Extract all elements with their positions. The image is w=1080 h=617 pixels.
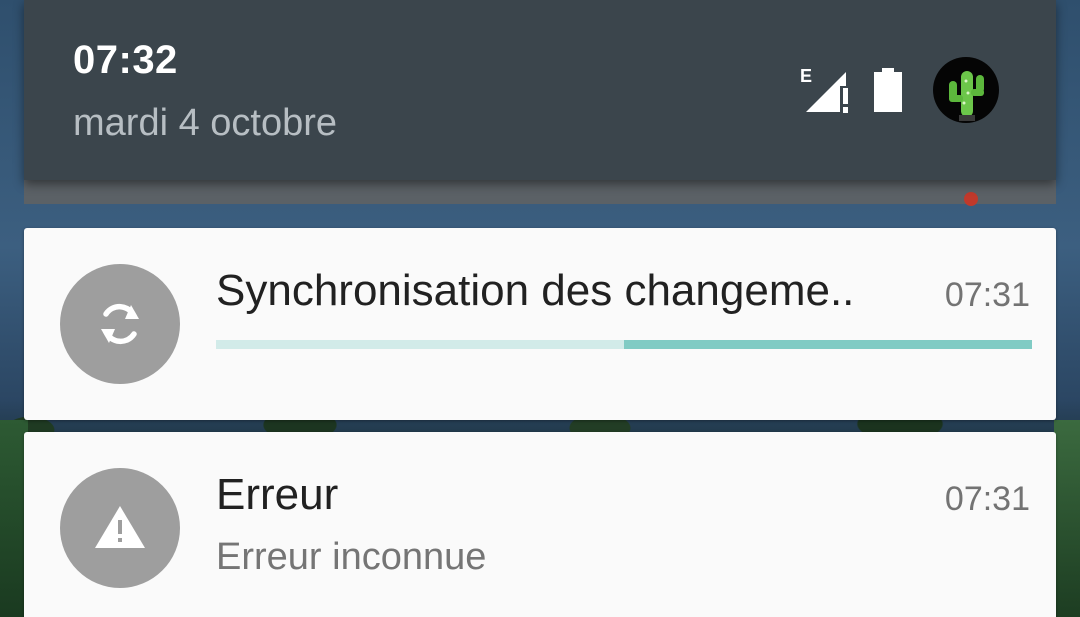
sync-icon-circle xyxy=(60,264,180,384)
clock: 07:32 xyxy=(73,38,178,82)
sync-icon xyxy=(101,303,139,345)
notification-error[interactable]: Erreur 07:31 Erreur inconnue xyxy=(24,432,1056,617)
user-avatar[interactable] xyxy=(933,57,999,123)
warning-icon xyxy=(95,506,145,548)
battery-full-icon xyxy=(874,68,902,112)
google-logo xyxy=(104,186,304,234)
signal-edge-alert-icon: E xyxy=(800,66,852,114)
notification-shade-header[interactable]: 07:32 mardi 4 octobre E xyxy=(24,0,1056,180)
warning-icon-circle xyxy=(60,468,180,588)
notification-title: Erreur xyxy=(216,470,339,519)
notification-time: 07:31 xyxy=(944,276,1030,314)
network-type-label: E xyxy=(800,66,812,86)
notification-sync[interactable]: Synchronisation des changeme.. 07:31 xyxy=(24,228,1056,420)
cactus-avatar-icon xyxy=(949,71,984,121)
sync-progress-fill xyxy=(624,340,1032,349)
notification-time: 07:31 xyxy=(944,480,1030,518)
notification-text: Erreur inconnue xyxy=(216,536,487,578)
date[interactable]: mardi 4 octobre xyxy=(73,102,337,145)
mic-icon[interactable] xyxy=(964,192,978,206)
sync-progress-bar xyxy=(216,340,1032,349)
wallpaper-right-palm xyxy=(1054,420,1080,617)
notification-title: Synchronisation des changeme.. xyxy=(216,266,855,315)
